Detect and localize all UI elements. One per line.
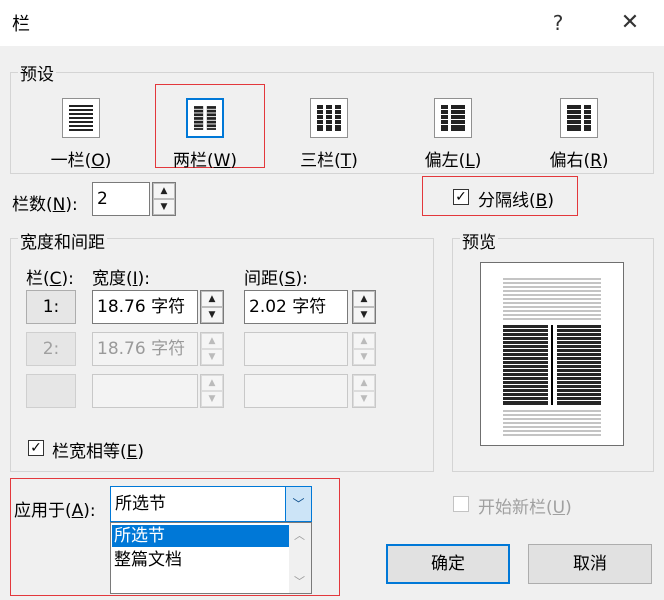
help-button[interactable]: ? — [540, 6, 576, 40]
spin-up-icon[interactable]: ▲ — [153, 183, 175, 199]
equal-width-checkbox[interactable]: ✓ — [28, 440, 44, 456]
presets-legend: 预设 — [18, 60, 56, 85]
spin-up-icon: ▲ — [353, 333, 375, 349]
start-new-column-checkbox — [453, 496, 469, 512]
preset-three-columns[interactable]: 三栏(T) — [276, 84, 388, 194]
column-1-spacing-input[interactable]: 2.02 字符 — [244, 290, 348, 324]
spin-down-icon: ▼ — [201, 391, 223, 407]
spin-down-icon[interactable]: ▼ — [353, 307, 375, 323]
two-columns-icon — [186, 98, 224, 138]
spin-down-icon[interactable]: ▼ — [201, 307, 223, 323]
preset-one-column[interactable]: 一栏(O) — [28, 84, 140, 194]
column-2-button: 2: — [26, 332, 76, 366]
apply-to-dropdown-list[interactable]: 所选节 整篇文档 ︿ ﹀ — [110, 522, 312, 594]
spin-down-icon: ▼ — [353, 391, 375, 407]
list-item[interactable]: 所选节 — [112, 525, 290, 547]
column-3-width-input — [92, 374, 198, 408]
separator-label[interactable]: 分隔线(B) — [478, 186, 554, 211]
column-2-spacing-spinner: ▲ ▼ — [352, 332, 376, 366]
spin-up-icon[interactable]: ▲ — [201, 291, 223, 307]
spin-down-icon: ▼ — [201, 349, 223, 365]
spin-up-icon[interactable]: ▲ — [353, 291, 375, 307]
preset-label: 偏右 — [549, 151, 584, 171]
column-2-width-spinner: ▲ ▼ — [200, 332, 224, 366]
preset-two-columns[interactable]: 两栏(W) — [152, 84, 264, 194]
column-3-spacing-input — [244, 374, 348, 408]
chevron-down-icon[interactable]: ﹀ — [285, 487, 311, 521]
ok-button[interactable]: 确定 — [386, 544, 510, 584]
close-button[interactable]: ✕ — [612, 6, 648, 40]
three-columns-icon — [310, 98, 348, 138]
column-1-spacing-spinner[interactable]: ▲ ▼ — [352, 290, 376, 324]
preset-label: 一栏 — [50, 151, 85, 171]
column-1-width-spinner[interactable]: ▲ ▼ — [200, 290, 224, 324]
col-header: 栏(C): — [26, 269, 74, 289]
spacing-header: 间距(S): — [244, 269, 308, 289]
separator-checkbox[interactable]: ✓ — [453, 189, 469, 205]
preview-page — [480, 262, 624, 446]
column-1-width-input[interactable]: 18.76 字符 — [92, 290, 198, 324]
scroll-up-icon[interactable]: ︿ — [294, 527, 305, 543]
preset-label: 三栏 — [300, 151, 335, 171]
apply-to-value: 所选节 — [115, 494, 166, 514]
spin-down-icon: ▼ — [353, 349, 375, 365]
one-column-icon — [62, 98, 100, 138]
preview-image — [503, 278, 601, 436]
column-2-spacing-input — [244, 332, 348, 366]
spin-down-icon[interactable]: ▼ — [153, 199, 175, 215]
right-column-icon — [560, 98, 598, 138]
column-3-spacing-spinner: ▲ ▼ — [352, 374, 376, 408]
column-count-spinner[interactable]: ▲ ▼ — [152, 182, 176, 216]
apply-to-label: 应用于(A): — [14, 501, 96, 521]
width-header: 宽度(I): — [92, 269, 151, 289]
left-column-icon — [434, 98, 472, 138]
column-count-label: 栏数(N): — [12, 195, 78, 215]
preset-label: 偏左 — [424, 151, 459, 171]
column-3-button — [26, 374, 76, 408]
list-item[interactable]: 整篇文档 — [112, 549, 290, 571]
spin-up-icon: ▲ — [353, 375, 375, 391]
column-1-button[interactable]: 1: — [26, 290, 76, 324]
spin-up-icon: ▲ — [201, 333, 223, 349]
cancel-button[interactable]: 取消 — [528, 544, 652, 584]
scrollbar[interactable]: ︿ ﹀ — [289, 523, 311, 593]
column-2-width-input: 18.76 字符 — [92, 332, 198, 366]
preset-label: 两栏 — [172, 151, 207, 171]
dialog-title: 栏 — [12, 14, 30, 35]
apply-to-select[interactable]: 所选节 ﹀ — [110, 486, 312, 522]
preview-legend: 预览 — [460, 228, 498, 253]
scroll-down-icon[interactable]: ﹀ — [294, 573, 305, 589]
width-spacing-legend: 宽度和间距 — [18, 228, 107, 253]
start-new-column-label: 开始新栏(U) — [478, 498, 572, 518]
column-count-input[interactable]: 2 — [92, 182, 150, 216]
spin-up-icon: ▲ — [201, 375, 223, 391]
column-3-width-spinner: ▲ ▼ — [200, 374, 224, 408]
equal-width-label[interactable]: 栏宽相等(E) — [52, 437, 144, 462]
